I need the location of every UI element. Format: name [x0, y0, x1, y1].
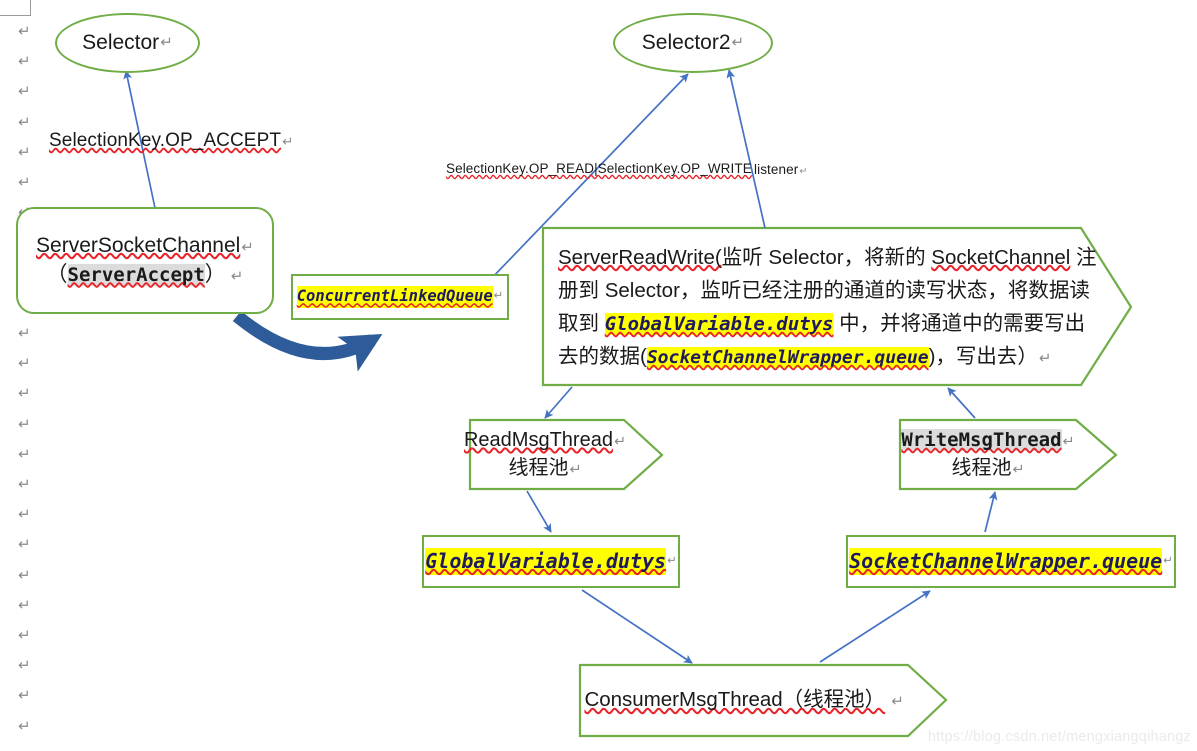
paragraph-mark: ↵: [18, 718, 31, 735]
pilcrow-mark: ↵: [1163, 554, 1173, 567]
paragraph-mark: ↵: [18, 687, 31, 704]
node-server-socket-channel-line1: ServerSocketChannel↵: [36, 233, 254, 257]
paragraph-mark: ↵: [18, 355, 31, 372]
pilcrow-mark: ↵: [282, 134, 294, 149]
paragraph-mark: ↵: [18, 567, 31, 584]
paragraph-mark: ↵: [18, 476, 31, 493]
node-server-socket-channel-line2: （ServerAccept） ↵: [46, 262, 244, 286]
edge-label-op-accept: SelectionKey.OP_ACCEPT↵: [49, 130, 294, 151]
node-read-msg-thread[interactable]: ReadMsgThread↵ 线程池↵: [464, 420, 626, 489]
pilcrow-mark: ↵: [1038, 351, 1052, 368]
paragraph-mark: ↵: [18, 446, 31, 463]
pilcrow-mark: ↵: [731, 33, 745, 51]
edge-dutys-to-consumermsgthread: [581, 589, 693, 664]
site-watermark: https://blog.csdn.net/mengxiangqihangz: [927, 729, 1191, 745]
node-server-socket-channel[interactable]: ServerSocketChannel↵ （ServerAccept） ↵: [16, 207, 274, 314]
node-server-read-write-text: ServerReadWrite(监听 Selector，将新的 SocketCh…: [558, 245, 1097, 369]
node-global-variable-dutys-label: GlobalVariable.dutys: [425, 547, 667, 576]
paragraph-mark: ↵: [18, 174, 31, 191]
edge-writemsgthread-to-serverreadwrite: [947, 387, 976, 419]
paragraph-mark: ↵: [18, 83, 31, 100]
page-corner-mark: [0, 0, 31, 16]
paragraph-mark: ↵: [18, 114, 31, 131]
edge-label-listener: listener↵: [754, 162, 808, 177]
node-concurrent-linked-queue-label: ConcurrentLinkedQueue: [296, 286, 493, 308]
paragraph-mark: ↵: [18, 325, 31, 342]
pilcrow-mark: ↵: [241, 238, 254, 256]
edge-readmsgthread-to-dutys: [526, 490, 552, 533]
pilcrow-mark: ↵: [569, 461, 582, 478]
pilcrow-mark: ↵: [1062, 433, 1075, 450]
node-consumer-msg-thread[interactable]: ConsumerMsgThread（线程池） ↵: [580, 665, 908, 736]
pilcrow-mark: ↵: [667, 554, 677, 567]
paragraph-mark: ↵: [18, 657, 31, 674]
edge-serverreadwrite-to-selector2: [726, 69, 766, 229]
pilcrow-mark: ↵: [613, 433, 627, 450]
node-socket-channel-wrapper-queue[interactable]: SocketChannelWrapper.queue ↵: [846, 535, 1176, 588]
paragraph-mark: ↵: [18, 597, 31, 614]
connector-layer: [123, 69, 1133, 738]
code-socket-channel-wrapper-queue: SocketChannelWrapper.queue: [646, 347, 929, 369]
node-global-variable-dutys[interactable]: GlobalVariable.dutys ↵: [422, 535, 680, 588]
paragraph-mark: ↵: [18, 385, 31, 402]
paragraph-mark: ↵: [18, 53, 31, 70]
node-selector-label: Selector: [82, 30, 160, 54]
document-page: ↵↵↵↵↵↵↵↵↵↵↵↵↵↵↵↵↵↵↵↵↵↵↵↵↵ Selector↵ Sele…: [0, 0, 1197, 751]
node-write-msg-thread-line2: 线程池↵: [951, 456, 1025, 479]
node-selector2[interactable]: Selector2 ↵: [613, 13, 773, 73]
pilcrow-mark: ↵: [1012, 461, 1025, 478]
edge-queue-to-writemsgthread: [984, 491, 998, 533]
edge-label-op-read-write: SelectionKey.OP_READ|SelectionKey.OP_WRI…: [446, 161, 752, 176]
node-read-msg-thread-line1: ReadMsgThread↵: [463, 428, 627, 451]
pilcrow-mark: ↵: [230, 267, 244, 285]
pilcrow-mark: ↵: [799, 166, 808, 177]
edge-serverreadwrite-to-readmsgthread: [544, 386, 573, 419]
code-global-variable-dutys: GlobalVariable.dutys: [604, 313, 834, 335]
edge-serversocketchannel-to-queue-thick: [232, 310, 383, 372]
node-selector[interactable]: Selector ↵: [55, 13, 200, 73]
code-server-accept: ServerAccept: [67, 263, 205, 286]
node-read-msg-thread-line2: 线程池↵: [508, 456, 582, 479]
node-write-msg-thread-line1: WriteMsgThread↵: [901, 428, 1075, 451]
node-server-read-write[interactable]: ServerReadWrite(监听 Selector，将新的 SocketCh…: [558, 245, 1098, 369]
node-selector2-label: Selector2: [641, 30, 731, 54]
paragraph-mark: ↵: [18, 144, 31, 161]
edge-consumermsgthread-to-queue: [819, 590, 931, 663]
paragraph-mark: ↵: [18, 536, 31, 553]
node-write-msg-thread[interactable]: WriteMsgThread↵ 线程池↵: [900, 420, 1076, 489]
pilcrow-mark: ↵: [891, 694, 904, 711]
pilcrow-mark: ↵: [160, 33, 173, 51]
paragraph-mark: ↵: [18, 506, 31, 523]
pilcrow-mark: ↵: [493, 290, 504, 303]
paragraph-mark: ↵: [18, 627, 31, 644]
node-concurrent-linked-queue[interactable]: ConcurrentLinkedQueue ↵: [291, 274, 509, 320]
paragraph-mark: ↵: [18, 416, 31, 433]
node-consumer-msg-thread-label: ConsumerMsgThread（线程池） ↵: [584, 688, 904, 712]
paragraph-mark: ↵: [18, 23, 31, 40]
paragraph-mark: ↵: [18, 747, 31, 751]
node-socket-channel-wrapper-queue-label: SocketChannelWrapper.queue: [849, 547, 1163, 576]
